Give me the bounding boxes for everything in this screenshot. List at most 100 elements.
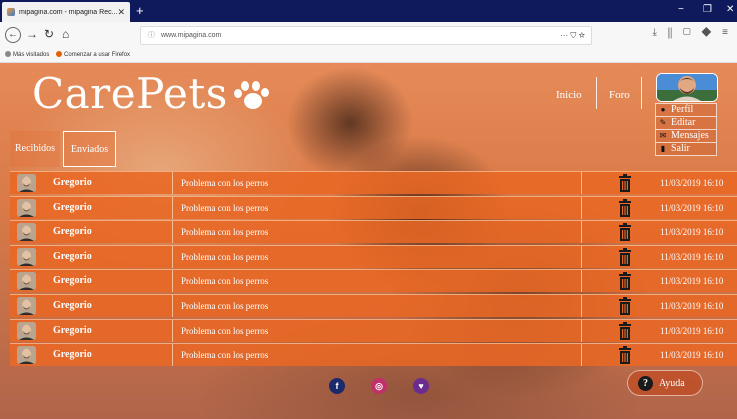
- home-button[interactable]: ⌂: [62, 27, 69, 41]
- instagram-icon[interactable]: ◎: [371, 378, 387, 394]
- message-row[interactable]: Gregorio Problema con los perros 11/03/201…: [10, 220, 737, 244]
- trash-icon[interactable]: [618, 296, 632, 315]
- message-date: 11/03/2019 16:10: [660, 350, 724, 361]
- message-subject[interactable]: Problema con los perros: [181, 344, 268, 366]
- nav-divider: [641, 77, 642, 109]
- message-row[interactable]: Gregorio Problema con los perros 11/03/201…: [10, 195, 737, 219]
- twitter-icon[interactable]: ♥: [413, 378, 429, 394]
- message-sender: Gregorio: [53, 299, 92, 311]
- user-avatar-image: [657, 74, 717, 101]
- forward-button[interactable]: →: [26, 27, 38, 41]
- message-row[interactable]: Gregorio Problema con los perros 11/03/201…: [10, 269, 737, 293]
- site-info-icon[interactable]: ⓘ: [148, 27, 155, 44]
- message-row[interactable]: Gregorio Problema con los perros 11/03/201…: [10, 244, 737, 268]
- menu-editar[interactable]: ✎ Editar: [655, 117, 717, 130]
- new-tab-button[interactable]: +: [136, 3, 144, 19]
- close-tab-icon[interactable]: ✕: [117, 7, 125, 18]
- close-window-button[interactable]: ✕: [726, 4, 734, 15]
- message-row[interactable]: Gregorio Problema con los perros 11/03/201…: [10, 171, 737, 194]
- bookmark-most-visited[interactable]: Más visitados: [5, 51, 49, 58]
- column-divider: [172, 172, 173, 194]
- menu-mensajes[interactable]: ✉ Mensajes: [655, 130, 717, 143]
- sender-avatar: [17, 198, 36, 217]
- sender-avatar: [17, 223, 36, 242]
- browser-tab-title: mipagina.com - mipagina Rec...: [19, 8, 118, 16]
- bookmark-getting-started[interactable]: Comenzar a usar Firefox: [56, 51, 130, 58]
- menu-perfil[interactable]: ● Perfil: [655, 103, 717, 117]
- tab-enviados[interactable]: Enviados: [63, 131, 116, 167]
- column-divider: [172, 294, 173, 317]
- message-sender: Gregorio: [53, 324, 92, 336]
- question-icon: ?: [638, 376, 653, 391]
- column-divider: [172, 196, 173, 219]
- door-icon: ▮: [660, 144, 666, 153]
- person-icon: ●: [660, 105, 666, 114]
- message-subject[interactable]: Problema con los perros: [181, 295, 268, 317]
- url-text: www.mipagina.com: [161, 32, 222, 39]
- sender-avatar: [17, 247, 36, 266]
- sender-avatar: [17, 346, 36, 365]
- menu-salir[interactable]: ▮ Salir: [655, 143, 717, 156]
- message-subject[interactable]: Problema con los perros: [181, 246, 268, 268]
- reload-button[interactable]: ↻: [44, 27, 54, 41]
- nav-divider: [596, 77, 597, 109]
- user-avatar[interactable]: [656, 73, 718, 102]
- browser-tab[interactable]: mipagina.com - mipagina Rec... ✕: [2, 2, 130, 22]
- site-logo[interactable]: CarePets: [32, 69, 272, 118]
- url-bar[interactable]: ⓘ www.mipagina.com ··· ⛉ ☆: [140, 26, 592, 45]
- nav-foro[interactable]: Foro: [609, 89, 630, 101]
- message-subject[interactable]: Problema con los perros: [181, 172, 268, 194]
- column-divider: [581, 196, 582, 219]
- column-divider: [581, 172, 582, 194]
- trash-icon[interactable]: [618, 174, 632, 192]
- column-divider: [581, 294, 582, 317]
- message-sender: Gregorio: [53, 177, 92, 188]
- column-divider: [581, 344, 582, 367]
- message-date: 11/03/2019 16:10: [660, 227, 724, 238]
- column-divider: [172, 319, 173, 342]
- column-divider: [581, 221, 582, 244]
- bookmarks-bar: Más visitados Comenzar a usar Firefox: [0, 48, 737, 63]
- trash-icon[interactable]: [618, 198, 632, 217]
- paw-icon: [232, 80, 272, 114]
- column-divider: [172, 245, 173, 268]
- trash-icon[interactable]: [618, 321, 632, 340]
- toolbar-icons[interactable]: ⤓ ⫼ ▢ ◆ ≡: [652, 27, 732, 38]
- trash-icon[interactable]: [618, 346, 632, 365]
- firefox-icon: [56, 51, 63, 58]
- sender-avatar: [17, 272, 36, 291]
- page-content: CarePets Inicio Foro ● Perfil ✎ Editar ✉ Me…: [0, 63, 737, 419]
- minimize-button[interactable]: −: [678, 4, 684, 15]
- message-subject[interactable]: Problema con los perros: [181, 320, 268, 342]
- page-actions-icons[interactable]: ··· ⛉ ☆: [560, 27, 585, 44]
- column-divider: [581, 245, 582, 268]
- message-date: 11/03/2019 16:10: [660, 300, 724, 311]
- nav-inicio[interactable]: Inicio: [556, 89, 582, 101]
- site-favicon-icon: [7, 8, 15, 16]
- message-subject[interactable]: Problema con los perros: [181, 270, 268, 292]
- tab-recibidos[interactable]: Recibidos: [10, 131, 60, 167]
- facebook-icon[interactable]: f: [329, 378, 345, 394]
- trash-icon[interactable]: [618, 247, 632, 266]
- message-sender: Gregorio: [53, 349, 92, 361]
- message-subject[interactable]: Problema con los perros: [181, 197, 268, 219]
- message-date: 11/03/2019 16:10: [660, 276, 724, 287]
- message-row[interactable]: Gregorio Problema con los perros 11/03/201…: [10, 343, 737, 367]
- gear-icon: [5, 51, 11, 58]
- trash-icon[interactable]: [618, 223, 632, 242]
- message-date: 11/03/2019 16:10: [660, 202, 724, 213]
- trash-icon[interactable]: [618, 272, 632, 291]
- message-sender: Gregorio: [53, 226, 92, 238]
- message-row[interactable]: Gregorio Problema con los perros 11/03/201…: [10, 318, 737, 342]
- message-date: 11/03/2019 16:10: [660, 178, 724, 188]
- browser-nav-bar: ← → ↻ ⌂ ⓘ www.mipagina.com ··· ⛉ ☆ ⤓ ⫼ ▢ …: [0, 22, 737, 48]
- help-button[interactable]: ? Ayuda: [627, 370, 703, 396]
- column-divider: [581, 270, 582, 293]
- message-date: 11/03/2019 16:10: [660, 325, 724, 336]
- pencil-icon: ✎: [659, 118, 667, 127]
- maximize-button[interactable]: ❐: [703, 4, 712, 15]
- back-button[interactable]: ←: [5, 27, 21, 43]
- message-subject[interactable]: Problema con los perros: [181, 221, 268, 243]
- column-divider: [172, 221, 173, 244]
- message-row[interactable]: Gregorio Problema con los perros 11/03/201…: [10, 293, 737, 317]
